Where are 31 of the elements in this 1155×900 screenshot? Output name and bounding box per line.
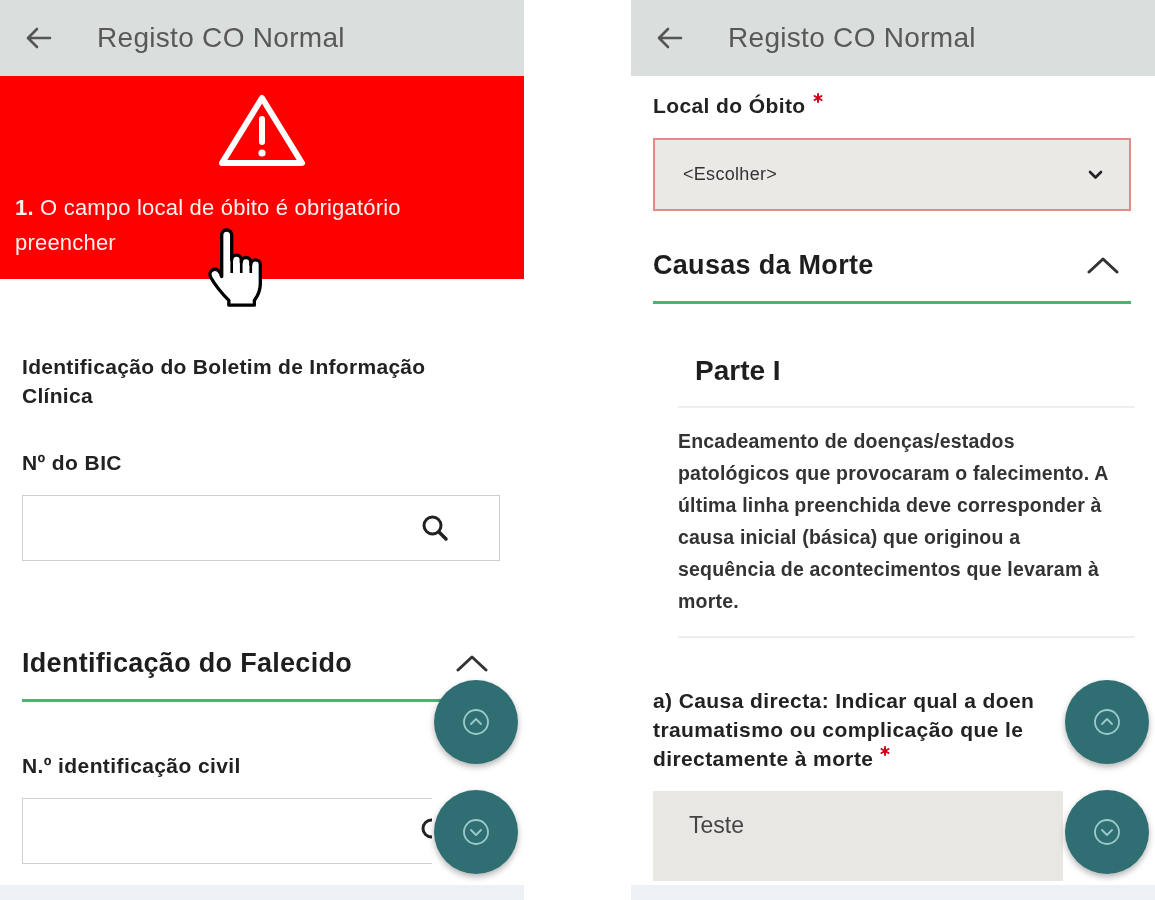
text-field[interactable]: Teste	[653, 791, 1063, 881]
field-label: a) Causa directa: Indicar qual a doen traumatismo ou complicação que le directamente à morte	[653, 689, 1035, 770]
subsection-title: Parte I	[678, 354, 1135, 408]
error-message[interactable]: 1. O campo local de óbito é obrigatório preencher	[15, 190, 435, 260]
warning-icon	[218, 93, 306, 169]
instructions-text: Encadeamento de doenças/estados patológicos que provocaram o falecimento. A última linha preenchida deve corresponder à causa inicial (básica) que originou a sequência de acontecimentos que levaram à morte.	[678, 408, 1135, 638]
chevron-up-circle-icon	[1093, 708, 1121, 736]
chevron-down-circle-icon	[1093, 818, 1121, 846]
chevron-up-icon[interactable]	[1087, 256, 1119, 274]
scroll-down-button[interactable]	[1065, 790, 1149, 874]
scroll-down-button[interactable]	[434, 790, 518, 874]
arrow-left-icon	[26, 27, 52, 49]
app-title: Registo CO Normal	[728, 22, 976, 54]
chevron-up-icon[interactable]	[456, 654, 488, 672]
search-icon[interactable]	[421, 514, 449, 542]
section-title: Identificação do Falecido	[22, 647, 353, 679]
field-label: Nº do BIC	[22, 451, 122, 474]
search-field[interactable]	[22, 798, 432, 864]
chevron-down-circle-icon	[462, 818, 490, 846]
field-label: N.º identificação civil	[22, 754, 241, 777]
app-title: Registo CO Normal	[97, 22, 345, 54]
form-heading: Identificação do Boletim de Informação Clínica	[22, 354, 427, 409]
arrow-left-icon	[657, 27, 683, 49]
search-field[interactable]	[22, 495, 500, 561]
scroll-up-button[interactable]	[1065, 680, 1149, 764]
chevron-down-icon	[1088, 169, 1103, 180]
field-label: Local do Óbito	[653, 94, 806, 117]
chevron-up-circle-icon	[462, 708, 490, 736]
section-title: Causas da Morte	[653, 249, 874, 281]
scroll-up-button[interactable]	[434, 680, 518, 764]
select-field[interactable]: <Escolher>	[653, 138, 1131, 211]
